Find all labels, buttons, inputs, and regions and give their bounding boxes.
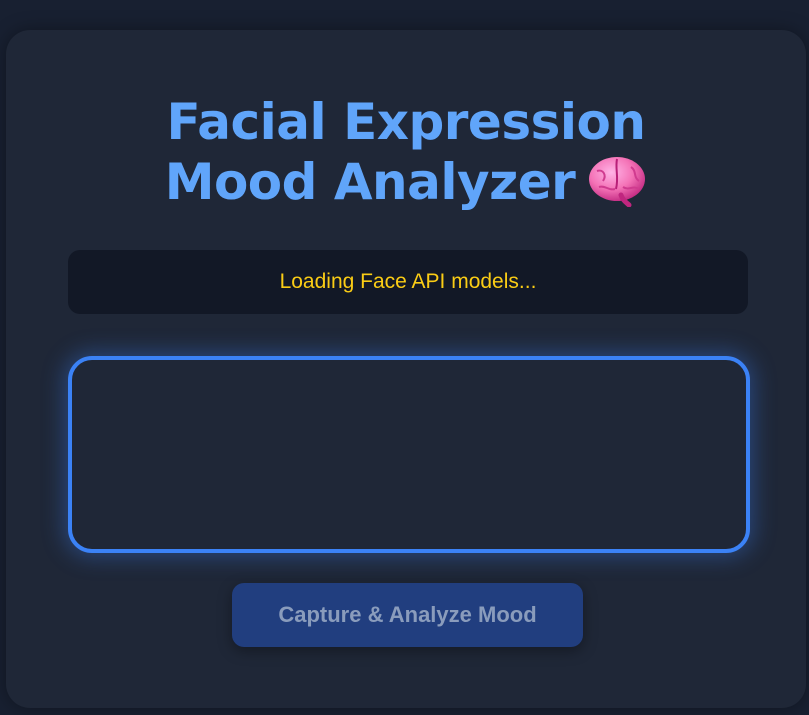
title-line-2: Mood Analyzer bbox=[6, 152, 806, 212]
page-title: Facial Expression Mood Analyzer bbox=[6, 92, 806, 212]
main-card: Facial Expression Mood Analyzer Loading … bbox=[6, 30, 806, 708]
title-line-2-text: Mood Analyzer bbox=[164, 153, 576, 211]
video-preview bbox=[68, 356, 750, 553]
brain-icon bbox=[587, 155, 647, 208]
title-line-1: Facial Expression bbox=[166, 93, 646, 151]
capture-analyze-button[interactable]: Capture & Analyze Mood bbox=[232, 583, 583, 647]
status-box: Loading Face API models... bbox=[68, 250, 748, 314]
status-message: Loading Face API models... bbox=[279, 270, 537, 293]
